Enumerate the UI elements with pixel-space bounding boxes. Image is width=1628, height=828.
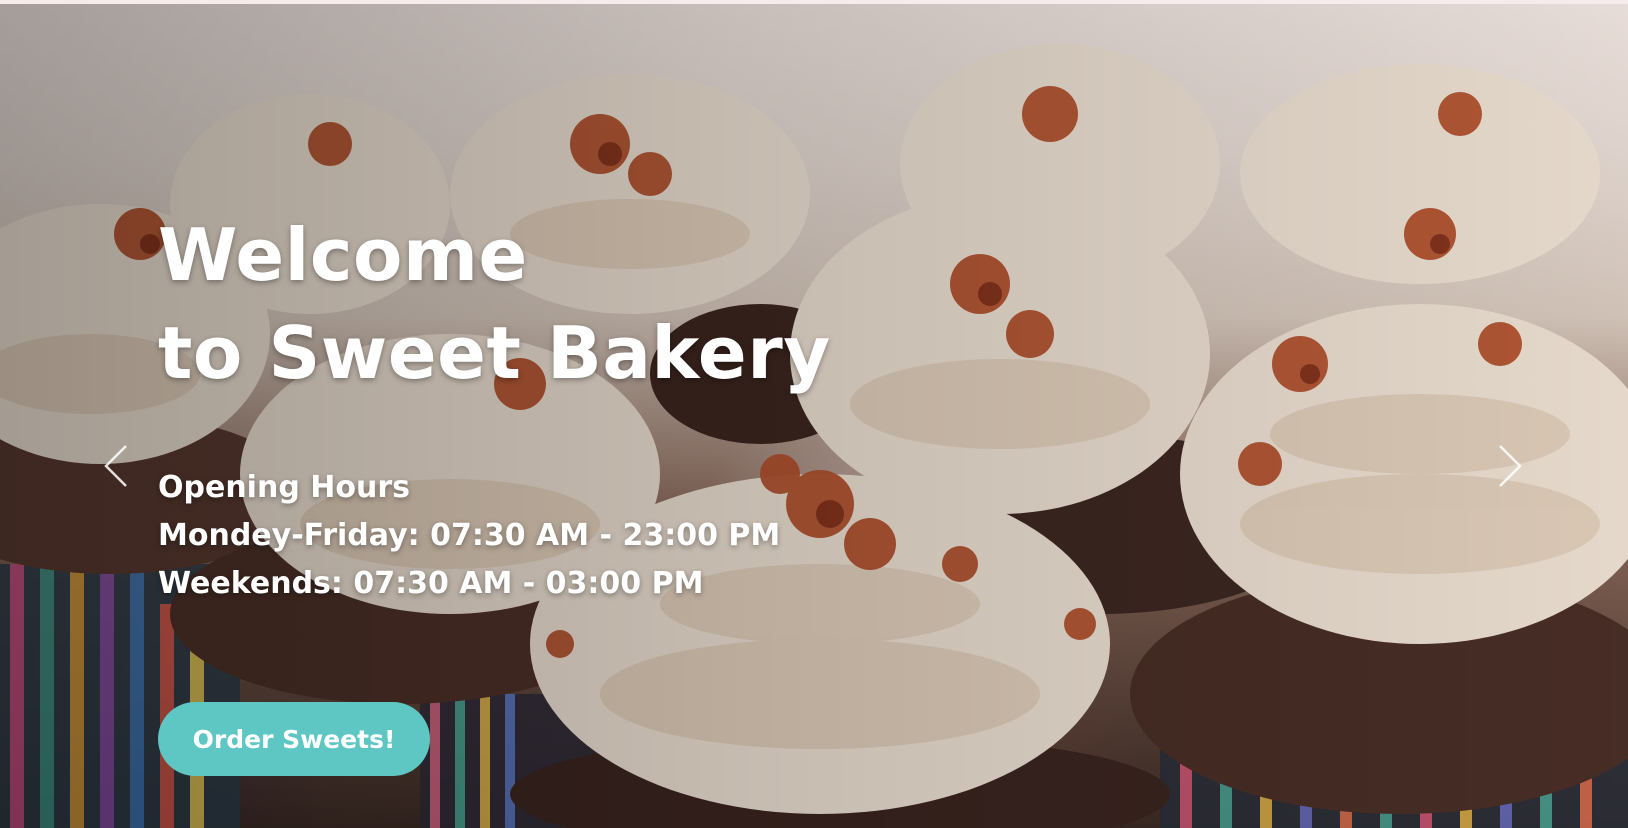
opening-hours-weekdays: Mondey-Friday: 07:30 AM - 23:00 PM (158, 518, 781, 553)
opening-hours-heading: Opening Hours (158, 470, 410, 505)
chevron-right-icon (1499, 445, 1522, 487)
hero-content: Welcome to Sweet Bakery Opening Hours Mo… (158, 206, 831, 608)
hero-title-line-2: to Sweet Bakery (158, 311, 831, 395)
carousel-next-button[interactable] (1490, 436, 1530, 496)
carousel-prev-button[interactable] (96, 436, 136, 496)
hero-title: Welcome to Sweet Bakery (158, 206, 831, 402)
hero-title-line-1: Welcome (158, 213, 528, 297)
order-sweets-button[interactable]: Order Sweets! (158, 702, 430, 776)
opening-hours-weekends: Weekends: 07:30 AM - 03:00 PM (158, 566, 704, 601)
opening-hours: Opening Hours Mondey-Friday: 07:30 AM - … (158, 464, 831, 608)
chevron-left-icon (104, 445, 127, 487)
